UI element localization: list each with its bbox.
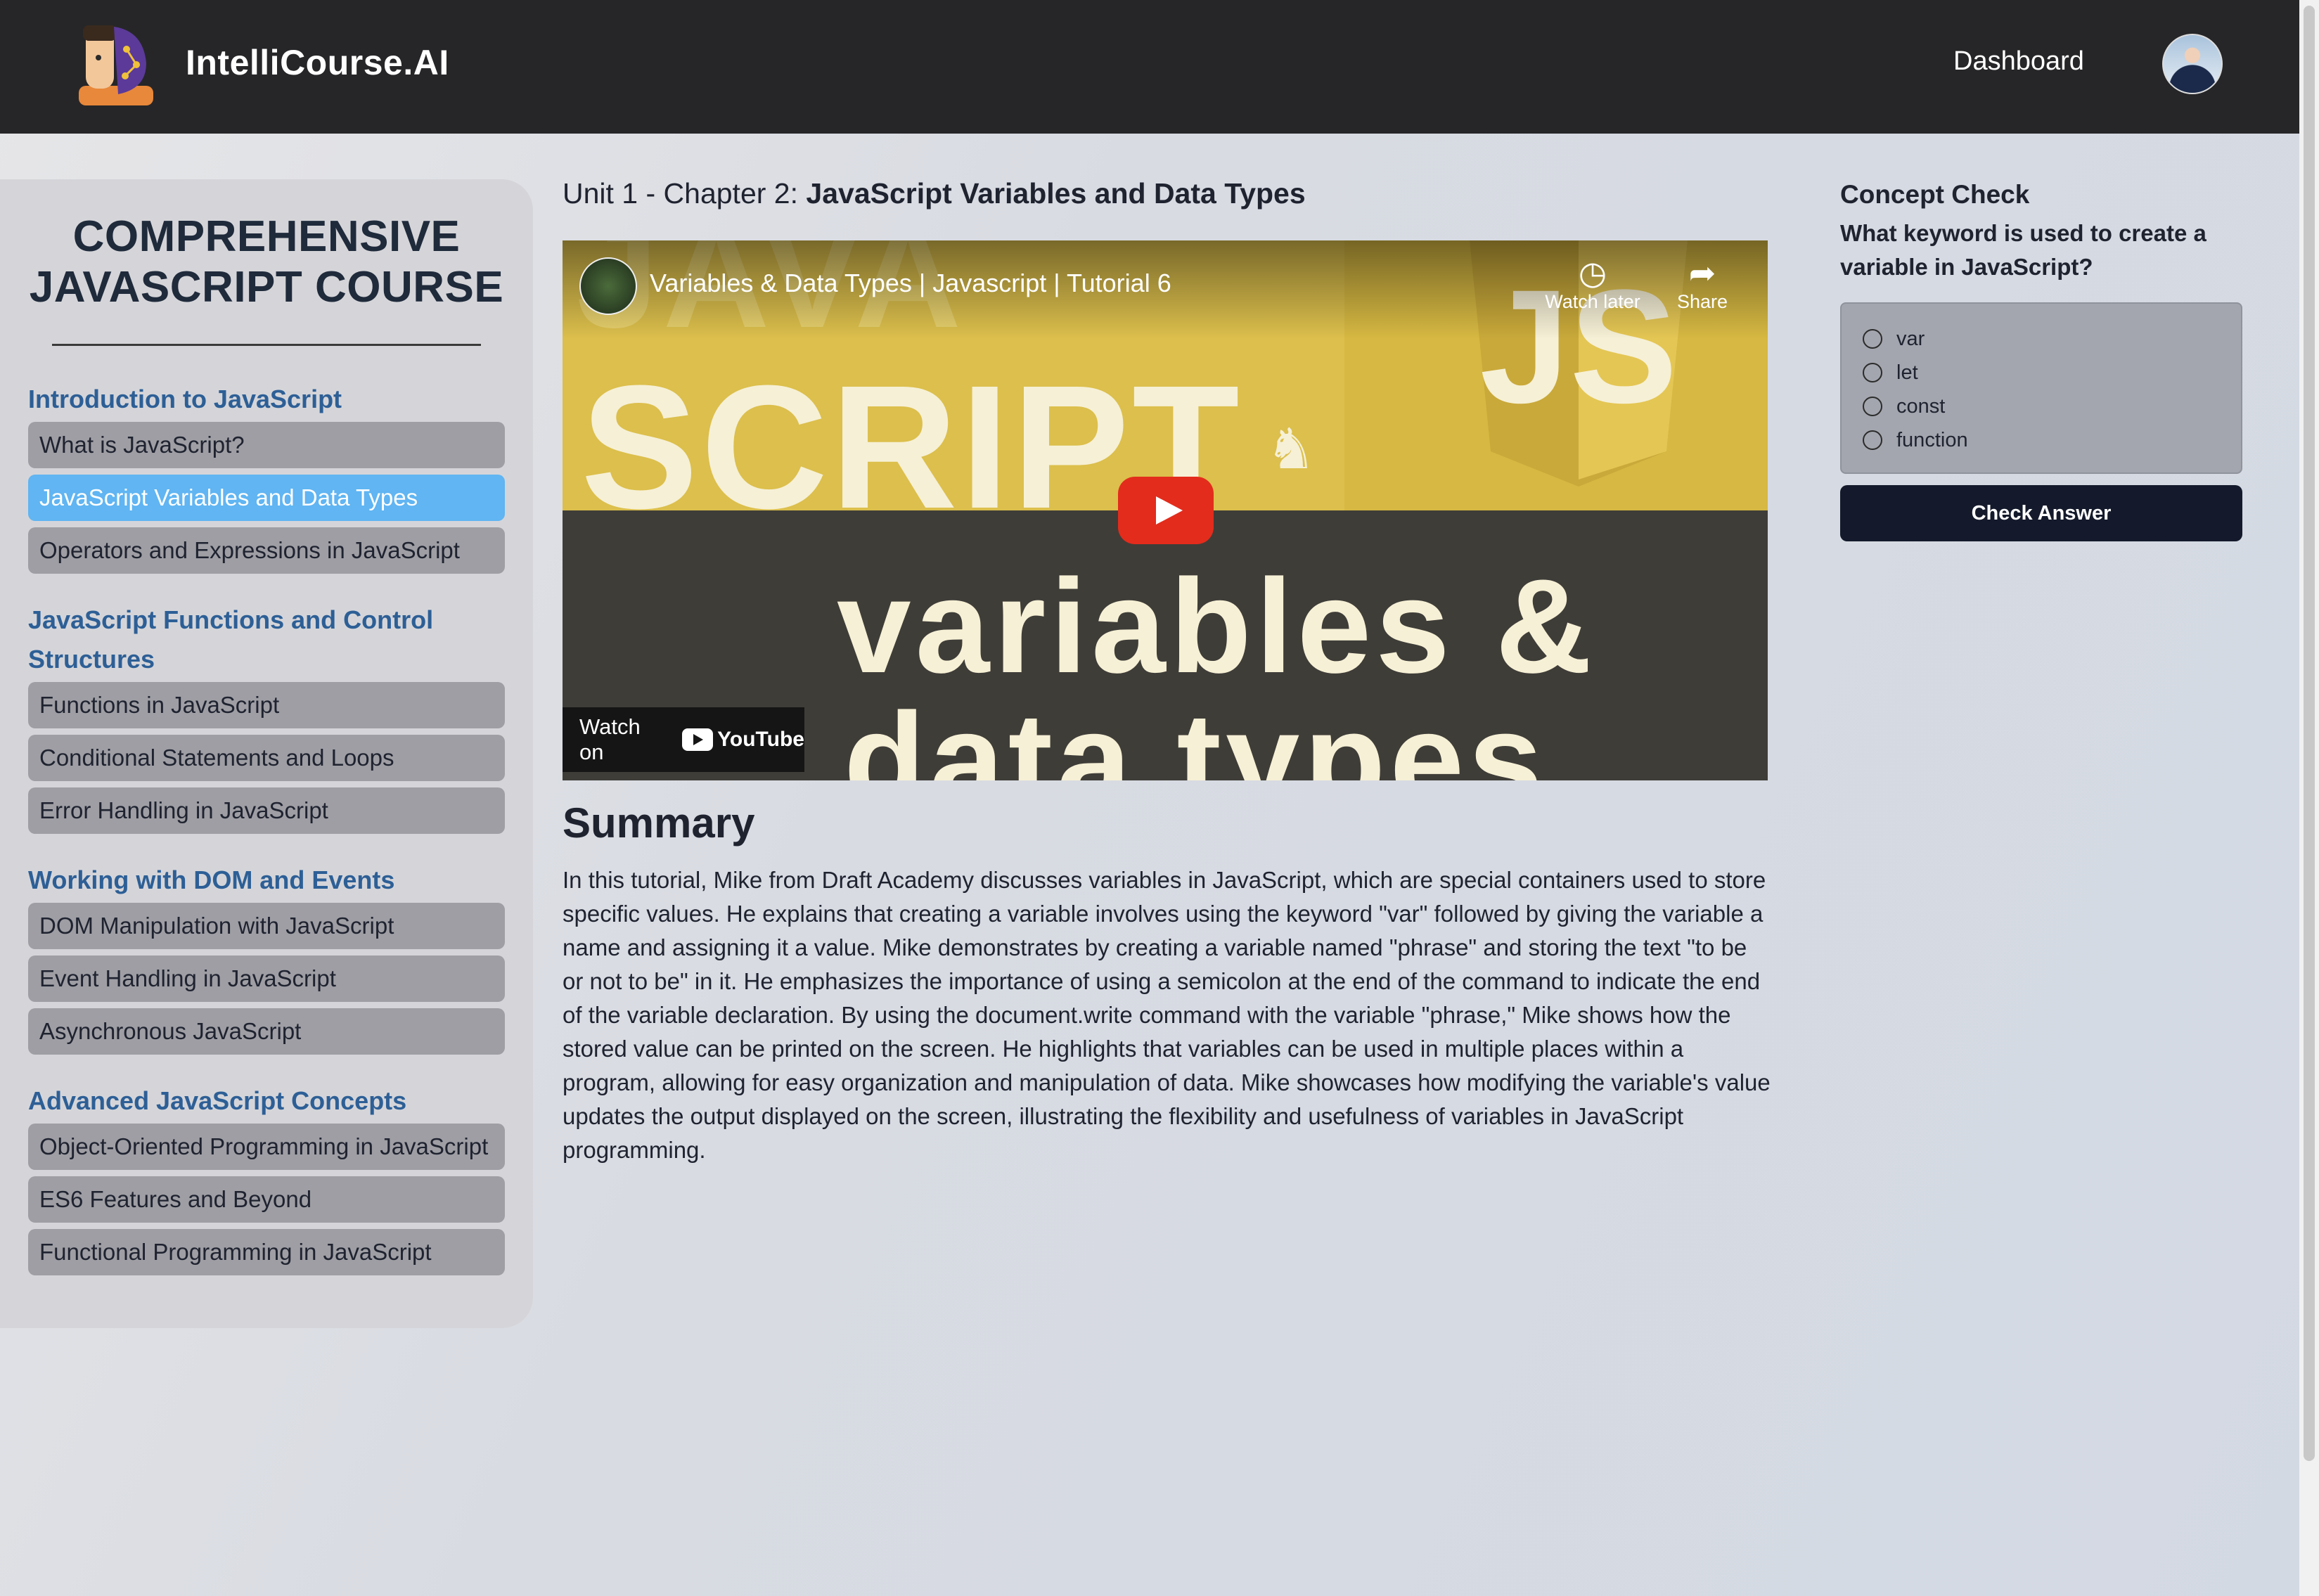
option-label[interactable]: let xyxy=(1896,361,1918,385)
concept-check-title: Concept Check xyxy=(1840,180,2030,209)
check-answer-button[interactable]: Check Answer xyxy=(1840,485,2242,541)
option-label[interactable]: const xyxy=(1896,395,1945,418)
option-label[interactable]: function xyxy=(1896,429,1968,452)
radio-button[interactable] xyxy=(1863,363,1882,382)
radio-button[interactable] xyxy=(1863,329,1882,349)
sidebar-divider xyxy=(52,344,481,346)
brand-logo-icon[interactable] xyxy=(73,21,159,107)
course-title: COMPREHENSIVE JAVASCRIPT COURSE xyxy=(29,212,504,311)
page-title: JavaScript Variables and Data Types xyxy=(806,177,1306,210)
unit-1: Introduction to JavaScript What is JavaS… xyxy=(28,380,505,574)
radio-button[interactable] xyxy=(1863,397,1882,416)
video-title[interactable]: Variables & Data Types | Javascript | Tu… xyxy=(650,269,1171,298)
chapter-item[interactable]: DOM Manipulation with JavaScript xyxy=(28,903,505,949)
summary-heading: Summary xyxy=(563,799,755,847)
user-avatar[interactable] xyxy=(2162,34,2223,94)
channel-avatar[interactable] xyxy=(579,257,637,315)
unit-2: JavaScript Functions and Control Structu… xyxy=(28,600,505,834)
answer-option[interactable]: const xyxy=(1863,390,2241,423)
answer-option[interactable]: function xyxy=(1863,423,2241,457)
unit-title: JavaScript Functions and Control Structu… xyxy=(28,605,434,674)
nav-dashboard-link[interactable]: Dashboard xyxy=(1953,46,2084,77)
scrollbar-thumb[interactable] xyxy=(2304,6,2315,1461)
brand-name[interactable]: IntelliCourse.AI xyxy=(186,42,449,83)
chapter-item[interactable]: Operators and Expressions in JavaScript xyxy=(28,527,505,574)
radio-button[interactable] xyxy=(1863,430,1882,450)
thumb-line-1: variables & xyxy=(837,552,1596,701)
chapter-item[interactable]: ES6 Features and Beyond xyxy=(28,1176,505,1223)
chapter-item[interactable]: Object-Oriented Programming in JavaScrip… xyxy=(28,1124,505,1170)
chapter-breadcrumb: Unit 1 - Chapter 2: JavaScript Variables… xyxy=(563,177,1306,210)
unit-title: Advanced JavaScript Concepts xyxy=(28,1086,407,1115)
thumb-line-2: data types xyxy=(844,686,1547,780)
watch-later-label: Watch later xyxy=(1545,291,1640,312)
watch-on-youtube-button[interactable]: Watch on YouTube xyxy=(563,707,804,772)
answer-option[interactable]: let xyxy=(1863,356,2241,390)
summary-text: In this tutorial, Mike from Draft Academ… xyxy=(563,867,1771,1163)
concept-check-question: What keyword is used to create a variabl… xyxy=(1840,220,2206,280)
play-button[interactable] xyxy=(1118,477,1214,544)
giraffe-icon: ♞ xyxy=(1266,418,1316,480)
course-sidebar: COMPREHENSIVE JAVASCRIPT COURSE Introduc… xyxy=(0,179,533,1328)
chapter-item[interactable]: Conditional Statements and Loops xyxy=(28,735,505,781)
answer-option[interactable]: var xyxy=(1863,322,2241,356)
top-navbar: IntelliCourse.AI Dashboard xyxy=(0,0,2299,134)
share-label: Share xyxy=(1676,291,1728,312)
option-label[interactable]: var xyxy=(1896,328,1925,351)
video-embed[interactable]: JAVA SCRIPT JS ♞ variables & data types … xyxy=(563,240,1768,780)
share-icon: ➦ xyxy=(1688,255,1716,291)
unit-4: Advanced JavaScript Concepts Object-Orie… xyxy=(28,1081,505,1275)
youtube-wordmark: YouTube xyxy=(717,728,804,751)
watch-later-button[interactable]: ◷ Watch later xyxy=(1540,255,1645,313)
clock-icon: ◷ xyxy=(1578,255,1607,291)
crumb-prefix: Unit 1 - Chapter 2: xyxy=(563,177,798,210)
chapter-item[interactable]: Event Handling in JavaScript xyxy=(28,955,505,1002)
unit-title: Working with DOM and Events xyxy=(28,865,395,894)
youtube-logo: YouTube xyxy=(682,728,804,752)
youtube-play-icon xyxy=(682,728,714,751)
chapter-item[interactable]: What is JavaScript? xyxy=(28,422,505,468)
unit-title: Introduction to JavaScript xyxy=(28,385,342,413)
watch-on-label: Watch on xyxy=(579,714,641,764)
chapter-item[interactable]: Functions in JavaScript xyxy=(28,682,505,728)
chapter-item-active[interactable]: JavaScript Variables and Data Types xyxy=(28,475,505,521)
chapter-item[interactable]: Functional Programming in JavaScript xyxy=(28,1229,505,1275)
chapter-item[interactable]: Asynchronous JavaScript xyxy=(28,1008,505,1055)
unit-3: Working with DOM and Events DOM Manipula… xyxy=(28,861,505,1055)
share-button[interactable]: ➦ Share xyxy=(1671,255,1734,313)
answer-options: var let const function xyxy=(1840,302,2242,474)
chapter-item[interactable]: Error Handling in JavaScript xyxy=(28,787,505,834)
